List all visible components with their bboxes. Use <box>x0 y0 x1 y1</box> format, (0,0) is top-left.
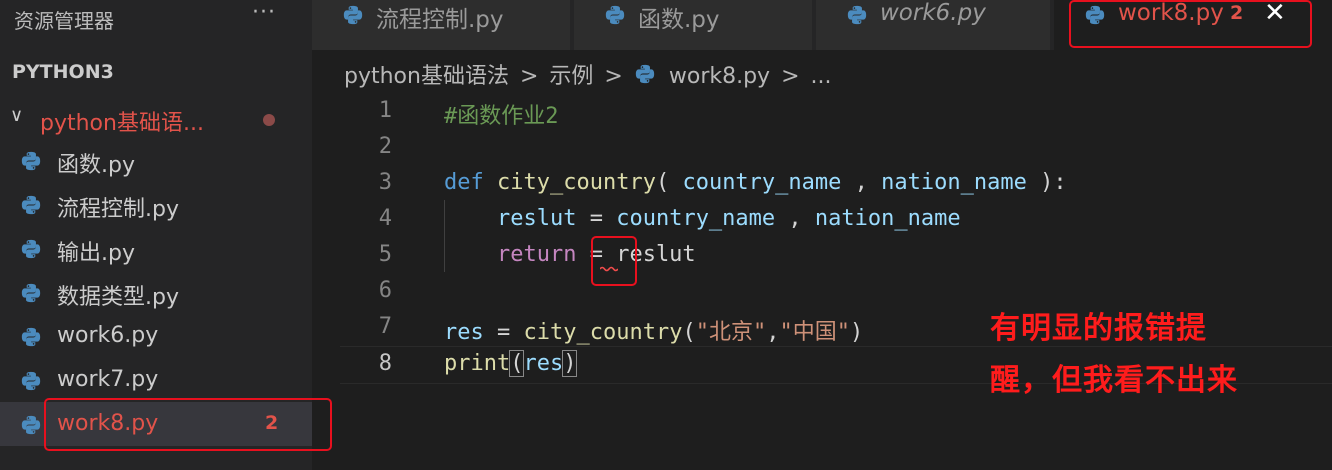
function-token: city_country <box>497 170 656 195</box>
line-content: def city_country( country_name , nation_… <box>444 170 1067 195</box>
annotation-line: 有明显的报错提 <box>990 311 1207 346</box>
more-actions-icon[interactable]: ··· <box>252 0 276 25</box>
code-line: 1 #函数作业2 <box>340 94 1332 130</box>
line-number: 7 <box>378 314 392 339</box>
line-content: return = reslut <box>444 242 696 267</box>
breadcrumb-separator: > <box>519 64 539 89</box>
function-token: city_country <box>523 320 683 345</box>
breadcrumb: python基础语法 > 示例 > work8.py > ... <box>344 58 832 90</box>
breadcrumb-subfolder[interactable]: 示例 <box>549 64 593 89</box>
modified-dot-icon <box>263 114 275 126</box>
line-number: 6 <box>378 278 392 303</box>
tab-work6[interactable]: work6.py <box>816 0 1050 50</box>
line-content: reslut = country_name , nation_name <box>444 206 961 231</box>
file-item-hanshu[interactable]: 函数.py <box>0 138 312 182</box>
file-item-work7[interactable]: work7.py <box>0 358 312 402</box>
file-name: work7.py <box>57 367 159 392</box>
line-content: print(res) <box>444 350 578 377</box>
punct-token: ( <box>655 170 683 195</box>
code-line: 5 return = reslut <box>340 238 1332 274</box>
tab-label: work6.py <box>880 0 986 26</box>
highlight-box-tab <box>1069 0 1312 48</box>
punct-token: , <box>841 170 882 195</box>
punct-token: = <box>483 320 524 345</box>
param-token: nation_name <box>814 206 961 231</box>
file-name: 函数.py <box>57 153 135 178</box>
line-number: 2 <box>378 134 392 159</box>
python-file-icon <box>21 415 41 435</box>
python-file-icon <box>21 151 41 171</box>
tab-label: 流程控制.py <box>376 7 504 33</box>
punct-token: ( <box>509 350 525 377</box>
punct-token: ) <box>562 350 578 377</box>
breadcrumb-more[interactable]: ... <box>811 64 832 89</box>
comment-token: #函数作业2 <box>444 104 559 129</box>
code-line: 3 def city_country( country_name , natio… <box>340 166 1332 202</box>
python-file-icon <box>21 239 41 259</box>
file-name: work6.py <box>57 323 159 348</box>
param-token: country_name <box>682 170 842 195</box>
punct-token: ) <box>849 320 864 345</box>
file-name: 流程控制.py <box>57 197 179 222</box>
tab-label: 函数.py <box>638 7 720 33</box>
breadcrumb-separator: > <box>781 64 800 89</box>
file-item-work6[interactable]: work6.py <box>0 314 312 358</box>
tab-hanshu[interactable]: 函数.py <box>574 0 812 50</box>
line-content: #函数作业2 <box>444 98 559 130</box>
breadcrumb-folder[interactable]: python基础语法 <box>344 64 509 89</box>
python-file-icon <box>21 371 41 391</box>
folder-row-python-basics[interactable]: ∨ python基础语... <box>0 101 312 137</box>
python-file-icon <box>21 283 41 303</box>
file-item-shuchu[interactable]: 输出.py <box>0 226 312 270</box>
file-name: 数据类型.py <box>57 285 179 310</box>
annotation-line: 醒，但我看不出来 <box>990 363 1238 398</box>
highlight-box-error <box>591 236 637 286</box>
line-number: 8 <box>378 351 392 376</box>
punct-token: ): <box>1026 170 1067 195</box>
param-token: nation_name <box>881 170 1027 195</box>
annotation-text: 有明显的报错提 醒，但我看不出来 <box>990 303 1320 407</box>
string-token: "北京" <box>695 320 767 345</box>
python-file-icon <box>21 327 41 347</box>
explorer-header: 资源管理器 ··· <box>0 0 312 36</box>
chevron-down-icon[interactable]: ∨ <box>10 105 23 126</box>
workspace-section-header[interactable]: PYTHON3 <box>12 61 114 83</box>
python-file-icon <box>21 195 41 215</box>
folder-name: python基础语... <box>40 111 204 136</box>
line-number: 1 <box>378 98 392 123</box>
python-file-icon <box>635 64 655 84</box>
file-item-liucheng[interactable]: 流程控制.py <box>0 182 312 226</box>
file-item-shujuleixing[interactable]: 数据类型.py <box>0 270 312 314</box>
function-token: print <box>444 351 511 376</box>
string-token: "中国" <box>779 320 850 345</box>
variable-token: res <box>523 351 564 376</box>
breadcrumb-file[interactable]: work8.py <box>669 64 770 89</box>
punct-token: , <box>766 320 780 345</box>
highlight-box-file <box>44 398 332 451</box>
code-line: 4 reslut = country_name , nation_name <box>340 202 1332 238</box>
breadcrumb-separator: > <box>604 64 623 89</box>
keyword-token: def <box>444 170 484 195</box>
punct-token: , <box>775 206 815 231</box>
variable-token: res <box>444 320 484 345</box>
line-number: 5 <box>378 242 392 267</box>
file-name: 输出.py <box>57 241 135 266</box>
explorer-title: 资源管理器 <box>14 9 114 33</box>
punct-token: = <box>576 206 617 231</box>
python-file-icon <box>605 5 625 25</box>
tab-liucheng[interactable]: 流程控制.py <box>312 0 570 50</box>
keyword-token: return <box>496 242 577 267</box>
param-token: country_name <box>616 206 776 231</box>
code-line: 2 <box>340 130 1332 166</box>
python-file-icon <box>847 5 867 25</box>
python-file-icon <box>343 5 363 25</box>
line-number: 3 <box>378 170 392 195</box>
line-content: res = city_country("北京","中国") <box>444 314 863 346</box>
punct-token: ( <box>682 320 696 345</box>
variable-token: reslut <box>496 206 577 231</box>
line-number: 4 <box>378 206 392 231</box>
